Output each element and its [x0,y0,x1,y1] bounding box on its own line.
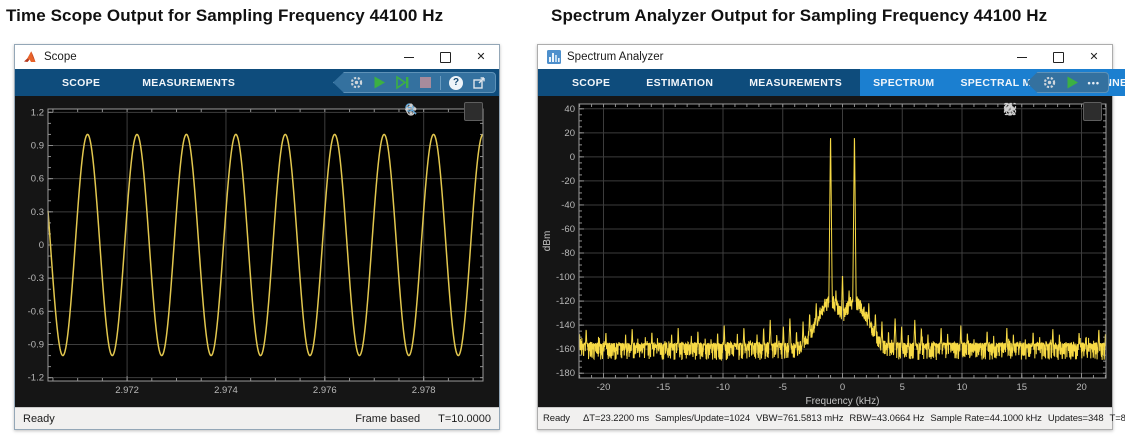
stepping-options-gear-icon[interactable] [348,75,364,91]
tab-measurements[interactable]: MEASUREMENTS [731,69,860,96]
scope-status-ready: Ready [23,412,55,425]
help-icon[interactable]: ? [448,75,464,91]
sa-window-title: Spectrum Analyzer [567,51,664,63]
scope-run-toolbar: ? [333,72,496,93]
fit-to-view-icon[interactable] [1004,102,1102,121]
tab-estimation[interactable]: ESTIMATION [628,69,731,96]
zoom-out-icon[interactable] [405,103,461,120]
svg-text:-0.6: -0.6 [28,306,44,317]
tab-scope[interactable]: SCOPE [554,69,628,96]
svg-text:0: 0 [39,240,44,251]
spectrum-analyzer-window: Spectrum Analyzer ✕ SCOPE ESTIMATION MEA… [537,44,1125,430]
svg-text:-160: -160 [556,344,575,355]
svg-text:0: 0 [570,152,575,163]
svg-text:40: 40 [564,104,575,115]
svg-text:20: 20 [1076,382,1087,393]
sa-toolstrip: SCOPE ESTIMATION MEASUREMENTS SPECTRUM S… [538,69,1125,96]
svg-text:-10: -10 [716,382,730,393]
scope-plot-canvas[interactable]: 2.972 2.974 2.976 2.978 -1.2 -0.9 -0.6 -0.3 0 0.3… [15,96,499,407]
sa-status-samples-update: Samples/Update=1024 [655,413,751,424]
svg-text:-140: -140 [556,320,575,331]
sa-status-time: T=8.0000 [1109,413,1125,424]
svg-text:0.3: 0.3 [31,207,44,218]
svg-text:5: 5 [900,382,905,393]
svg-text:-120: -120 [556,296,575,307]
stepping-options-gear-icon[interactable] [1042,75,1058,91]
svg-text:2.976: 2.976 [313,385,337,396]
sa-status-updates: Updates=348 [1047,413,1104,424]
svg-text:-20: -20 [561,176,575,187]
minimize-button[interactable] [1004,45,1040,69]
sa-status-sample-rate: Sample Rate=44.1000 kHz [930,413,1042,424]
run-icon[interactable] [1065,75,1081,91]
tab-spectrum[interactable]: SPECTRUM [860,69,947,96]
scope-plot-tools [404,102,483,121]
more-ellipsis-icon[interactable]: ••• [1088,78,1100,88]
svg-text:dBm: dBm [542,231,553,252]
maximize-button[interactable] [427,45,463,69]
sa-status-rbw: RBW=43.0664 Hz [849,413,925,424]
svg-text:-5: -5 [779,382,787,393]
scope-statusbar: Ready Frame based T=10.0000 [15,407,499,429]
svg-text:2.972: 2.972 [115,385,139,396]
svg-text:-180: -180 [556,368,575,379]
time-scope-heading: Time Scope Output for Sampling Frequency… [6,6,444,25]
scope-status-time: T=10.0000 [438,412,491,425]
scope-toolstrip: SCOPE MEASUREMENTS ? [15,69,499,96]
zoom-out-icon[interactable] [1004,103,1080,120]
svg-text:1.2: 1.2 [31,107,44,118]
spectrum-analyzer-logo-icon [547,50,561,64]
zoom-in-icon[interactable] [1004,103,1060,120]
svg-text:Frequency (kHz): Frequency (kHz) [806,396,880,407]
svg-text:2.978: 2.978 [412,385,436,396]
toolbar-separator [440,75,441,90]
svg-text:0: 0 [840,382,845,393]
svg-text:-100: -100 [556,272,575,283]
svg-text:-40: -40 [561,200,575,211]
sa-status-vbw: VBW=761.5813 mHz [756,413,844,424]
sa-status-delta-t: ΔT=23.2200 ms [582,413,650,424]
svg-text:0.6: 0.6 [31,174,44,185]
svg-text:2.974: 2.974 [214,385,238,396]
sa-titlebar[interactable]: Spectrum Analyzer ✕ [538,45,1112,69]
pan-hand-icon[interactable] [1003,103,1040,120]
tab-measurements[interactable]: MEASUREMENTS [121,69,256,96]
maximize-button[interactable] [1040,45,1076,69]
svg-text:-20: -20 [597,382,611,393]
spectrum-analyzer-heading: Spectrum Analyzer Output for Sampling Fr… [551,6,1048,25]
scope-window: Scope ✕ SCOPE MEASUREMENTS ? 2.972 2.974… [14,44,500,430]
zoom-in-icon[interactable] [405,103,441,120]
undock-icon[interactable] [471,75,487,91]
scope-status-frame-based: Frame based [355,412,421,425]
svg-text:-15: -15 [656,382,670,393]
minimize-button[interactable] [391,45,427,69]
svg-text:15: 15 [1016,382,1027,393]
run-icon[interactable] [371,75,387,91]
svg-text:-1.2: -1.2 [28,373,44,384]
step-forward-icon[interactable] [394,75,410,91]
matlab-logo-icon [24,50,38,64]
stop-icon[interactable] [417,75,433,91]
svg-text:-80: -80 [561,248,575,259]
sa-plot-canvas[interactable]: -20 -15 -10 -5 0 5 10 15 20 40 20 0 -20 -40 -60 -80 -100… [538,96,1112,407]
close-button[interactable]: ✕ [1076,45,1112,69]
sa-status-ready: Ready [543,413,570,424]
svg-text:-0.9: -0.9 [28,340,44,351]
sa-statusbar: Ready ΔT=23.2200 ms Samples/Update=1024 … [538,407,1125,429]
svg-text:20: 20 [564,128,575,139]
tab-scope[interactable]: SCOPE [41,69,121,96]
fit-to-view-icon[interactable] [405,102,483,121]
svg-text:-60: -60 [561,224,575,235]
scope-window-title: Scope [44,51,77,63]
sa-plot-tools [1003,102,1102,121]
svg-text:-0.3: -0.3 [28,273,44,284]
sa-run-toolbar: ••• [1026,72,1109,93]
svg-text:10: 10 [957,382,968,393]
svg-text:0.9: 0.9 [31,140,44,151]
close-button[interactable]: ✕ [463,45,499,69]
scope-titlebar[interactable]: Scope ✕ [15,45,499,69]
